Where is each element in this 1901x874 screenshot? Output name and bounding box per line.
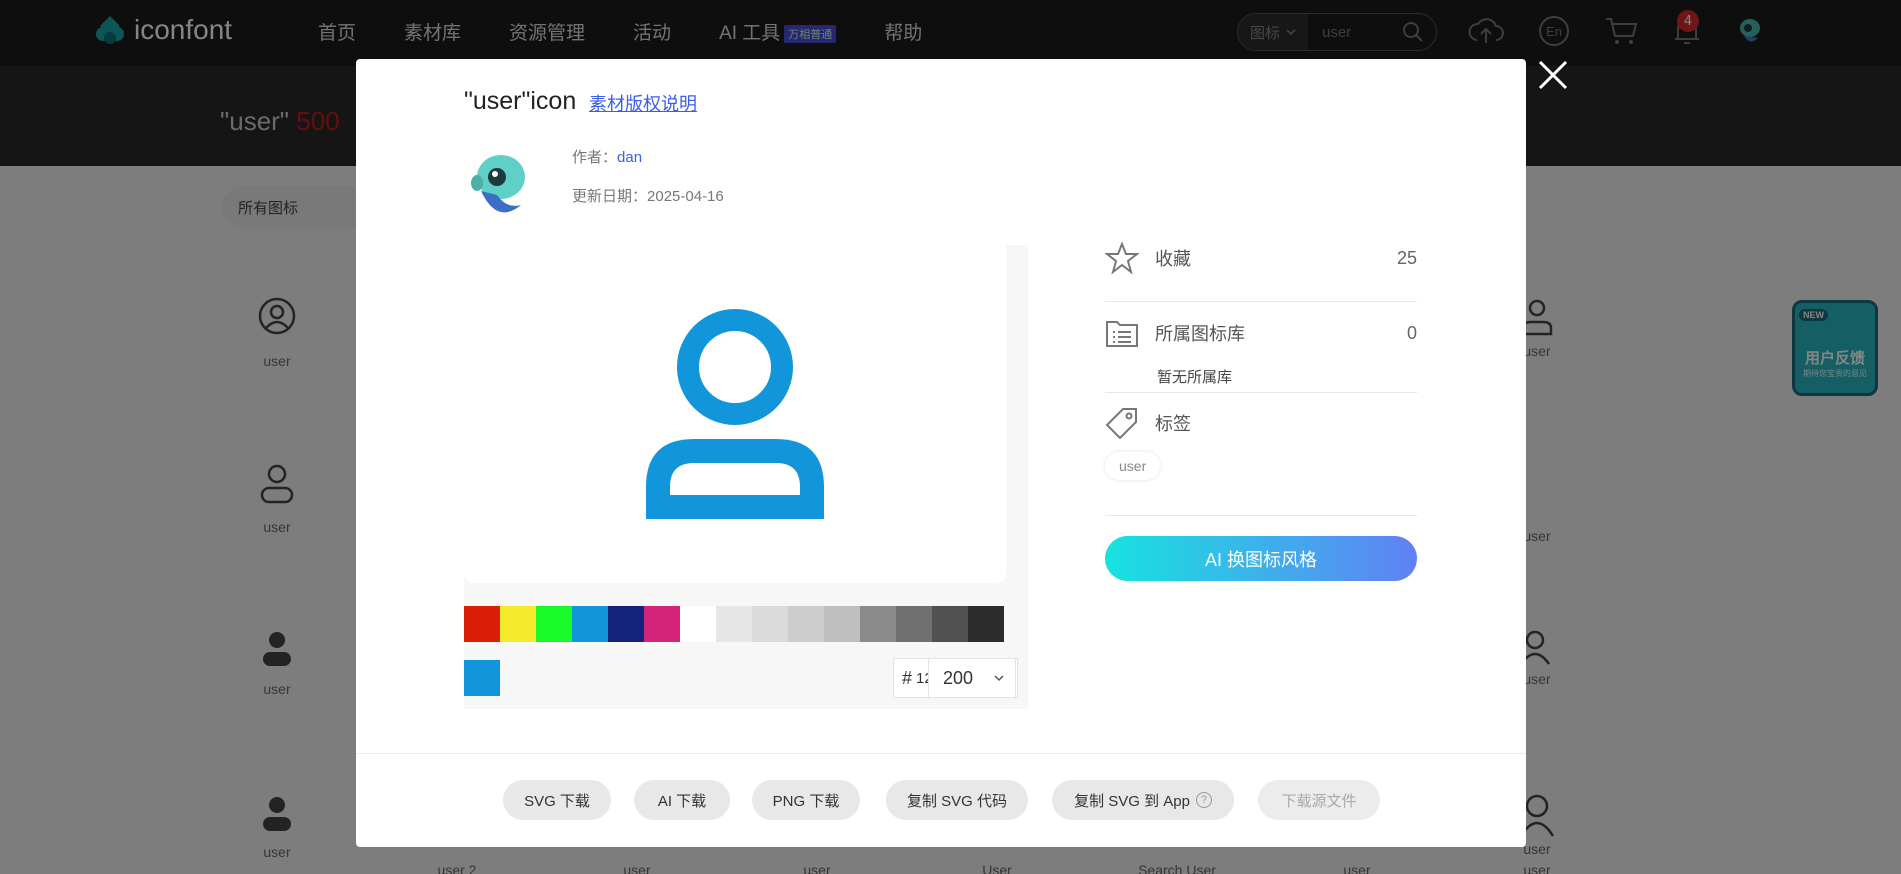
ai-restyle-button[interactable]: AI 换图标风格 xyxy=(1105,536,1417,581)
library-count: 0 xyxy=(1406,322,1417,343)
size-value: 200 xyxy=(943,667,974,688)
color-swatch[interactable] xyxy=(644,606,680,642)
hex-prefix: # xyxy=(902,667,913,688)
color-swatch[interactable] xyxy=(824,606,860,642)
divider xyxy=(1105,392,1417,393)
divider xyxy=(1105,301,1417,302)
current-color-swatch xyxy=(464,660,500,696)
date-value: 2025-04-16 xyxy=(647,188,724,205)
modal-title: "user"icon xyxy=(464,87,577,115)
copy-svg-code-button[interactable]: 复制 SVG 代码 xyxy=(886,780,1028,820)
close-icon[interactable] xyxy=(1536,58,1570,92)
color-swatch[interactable] xyxy=(896,606,932,642)
help-icon[interactable]: ? xyxy=(1195,792,1212,808)
tags-label: 标签 xyxy=(1155,414,1191,434)
favorites-row[interactable]: 收藏 25 xyxy=(1105,241,1417,275)
size-select[interactable]: 200 xyxy=(928,658,1016,698)
color-swatch[interactable] xyxy=(752,606,788,642)
color-swatch[interactable] xyxy=(860,606,896,642)
color-swatch[interactable] xyxy=(536,606,572,642)
download-source-button: 下载源文件 xyxy=(1258,780,1380,820)
color-swatch[interactable] xyxy=(932,606,968,642)
color-palette xyxy=(464,606,1004,642)
chevron-down-icon xyxy=(994,675,1004,682)
copy-svg-to-app-label: 复制 SVG 到 App xyxy=(1074,792,1190,810)
tags-row: 标签 xyxy=(1105,406,1417,440)
icon-editor: # 1296db 200 xyxy=(464,245,1028,709)
library-row: 所属图标库 0 xyxy=(1105,316,1417,350)
date-row: 更新日期：2025-04-16 xyxy=(572,185,724,206)
color-swatch[interactable] xyxy=(968,606,1004,642)
no-library-text: 暂无所属库 xyxy=(1157,369,1233,386)
icon-detail-modal: "user"icon 素材版权说明 作者：dan 更新日期：2025-04-16… xyxy=(356,59,1526,847)
color-swatch[interactable] xyxy=(500,606,536,642)
author-row: 作者：dan xyxy=(572,146,642,167)
tag-chip[interactable]: user xyxy=(1105,452,1161,480)
svg-download-button[interactable]: SVG 下载 xyxy=(503,780,611,820)
author-label: 作者： xyxy=(572,149,618,166)
color-swatch[interactable] xyxy=(464,606,500,642)
color-swatch[interactable] xyxy=(680,606,716,642)
favorites-label: 收藏 xyxy=(1155,249,1191,269)
author-link[interactable]: dan xyxy=(617,149,642,166)
divider xyxy=(1105,515,1417,516)
png-download-button[interactable]: PNG 下载 xyxy=(752,780,860,820)
color-swatch[interactable] xyxy=(608,606,644,642)
library-label: 所属图标库 xyxy=(1155,324,1245,344)
color-swatch[interactable] xyxy=(788,606,824,642)
library-icon xyxy=(1106,321,1138,347)
favorites-count: 25 xyxy=(1396,247,1417,268)
date-label: 更新日期： xyxy=(572,188,648,205)
star-icon xyxy=(1105,241,1139,275)
author-avatar[interactable] xyxy=(467,147,531,223)
color-swatch[interactable] xyxy=(572,606,608,642)
copy-svg-to-app-button[interactable]: 复制 SVG 到 App? xyxy=(1052,780,1234,820)
tag-icon xyxy=(1105,408,1137,440)
icon-preview xyxy=(464,245,1006,583)
user-icon xyxy=(646,309,824,519)
ai-download-button[interactable]: AI 下载 xyxy=(634,780,730,820)
license-link[interactable]: 素材版权说明 xyxy=(589,90,697,116)
color-swatch[interactable] xyxy=(716,606,752,642)
